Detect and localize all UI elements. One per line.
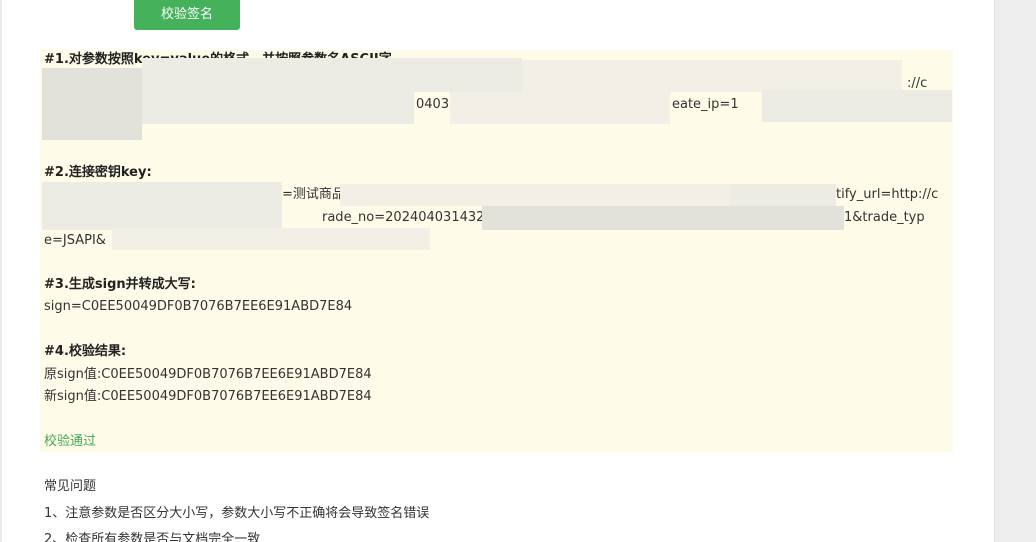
redaction-block [340,184,730,206]
step2-trade-type-fragment: 1&trade_typ [844,210,925,225]
verify-result-status: 校验通过 [44,434,97,449]
step2-jsapi-fragment: e=JSAPI& [44,233,106,248]
faq-item: 1、注意参数是否区分大小写，参数大小写不正确将会导致签名错误 [44,506,430,521]
redaction-block [482,206,844,230]
redaction-block [142,92,414,124]
redaction-block [522,60,902,92]
step2-heading: #2.连接密钥key: [44,165,152,180]
step1-attach-fragment: eate_ip=1 [672,97,739,112]
verify-page: 校验签名 #1.对参数按照key=value的格式，并按照参数名ASCII字 :… [0,0,1036,542]
original-sign: 原sign值:C0EE50049DF0B7076B7EE6E91ABD7E84 [44,367,372,382]
generated-sign: sign=C0EE50049DF0B7076B7EE6E91ABD7E84 [44,299,353,314]
new-sign: 新sign值:C0EE50049DF0B7076B7EE6E91ABD7E84 [44,389,372,404]
redaction-block [112,228,430,250]
redaction-block [142,58,522,92]
redaction-block [762,90,952,122]
redaction-block [42,182,282,230]
left-border [0,0,2,542]
redaction-block [730,184,836,206]
faq-title: 常见问题 [44,479,97,494]
faq-item: 2、检查所有参数是否与文档完全一致 [44,532,261,542]
step2-notify-fragment: tify_url=http://c [836,187,939,202]
step1-fragment: 0403 [416,97,450,112]
step2-trade-no-fragment: rade_no=202404031432 [322,210,485,225]
redaction-block [450,92,670,124]
verify-signature-button[interactable]: 校验签名 [134,0,240,30]
right-gutter [994,0,1036,542]
redaction-block [42,68,142,140]
step4-heading: #4.校验结果: [44,344,127,359]
step3-heading: #3.生成sign并转成大写: [44,277,196,292]
